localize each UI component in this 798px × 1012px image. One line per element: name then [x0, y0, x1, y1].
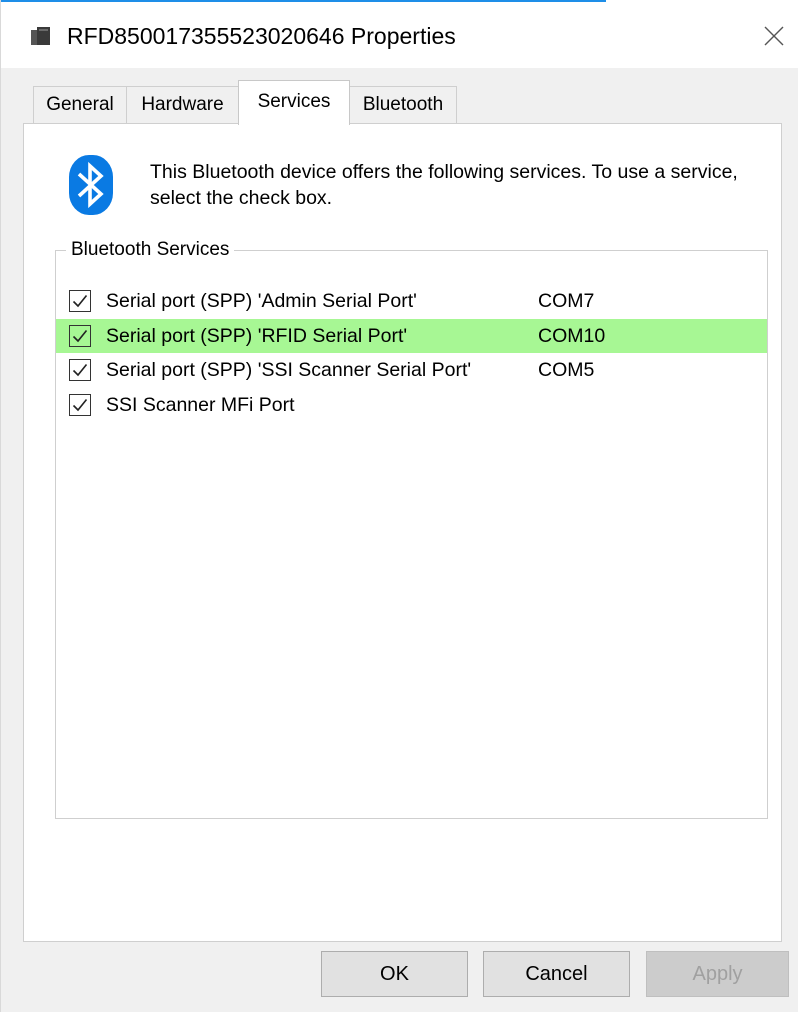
services-list: Serial port (SPP) 'Admin Serial Port' CO… [56, 284, 767, 422]
service-row-ssi-scanner-serial[interactable]: Serial port (SPP) 'SSI Scanner Serial Po… [56, 353, 767, 388]
bluetooth-services-group: Bluetooth Services Serial port (SPP) 'Ad… [55, 236, 768, 819]
service-row-ssi-scanner-mfi[interactable]: SSI Scanner MFi Port [56, 388, 767, 423]
window-title: RFD850017355523020646 Properties [67, 23, 456, 49]
service-name: Serial port (SPP) 'Admin Serial Port' [106, 290, 417, 312]
tab-strip: General Hardware Services Bluetooth [23, 80, 783, 125]
apply-button[interactable]: Apply [646, 951, 789, 997]
close-button[interactable] [751, 16, 797, 56]
ok-button[interactable]: OK [321, 951, 468, 997]
window-accent-border [1, 0, 606, 2]
services-description: This Bluetooth device offers the followi… [150, 161, 738, 209]
service-port: COM5 [538, 359, 595, 381]
checkmark-icon [72, 398, 88, 411]
bluetooth-icon [69, 155, 113, 215]
tab-hardware[interactable]: Hardware [126, 86, 239, 123]
tab-services[interactable]: Services [238, 80, 350, 125]
services-panel: This Bluetooth device offers the followi… [23, 123, 782, 942]
service-name: SSI Scanner MFi Port [106, 393, 295, 416]
checkmark-icon [72, 294, 88, 308]
service-name: Serial port (SPP) 'SSI Scanner Serial Po… [106, 359, 472, 381]
checkmark-icon [72, 329, 88, 342]
cancel-button[interactable]: Cancel [483, 951, 630, 997]
group-label: Bluetooth Services [66, 236, 235, 264]
service-checkbox[interactable] [69, 393, 91, 416]
properties-dialog: RFD850017355523020646 Properties General… [0, 0, 798, 1012]
service-name: Serial port (SPP) 'RFID Serial Port' [106, 324, 408, 347]
title-bar[interactable]: RFD850017355523020646 Properties [1, 0, 798, 68]
service-row-rfid-serial[interactable]: Serial port (SPP) 'RFID Serial Port' COM… [56, 318, 767, 353]
device-icon [31, 27, 51, 45]
close-icon [764, 26, 784, 46]
service-checkbox[interactable] [69, 324, 91, 347]
service-checkbox[interactable] [69, 290, 91, 312]
service-port: COM7 [538, 290, 595, 312]
checkmark-icon [72, 363, 88, 377]
service-row-admin-serial[interactable]: Serial port (SPP) 'Admin Serial Port' CO… [56, 284, 767, 319]
tab-general[interactable]: General [33, 86, 127, 123]
service-port: COM10 [538, 324, 606, 347]
service-checkbox[interactable] [69, 359, 91, 381]
tab-bluetooth[interactable]: Bluetooth [349, 86, 457, 123]
